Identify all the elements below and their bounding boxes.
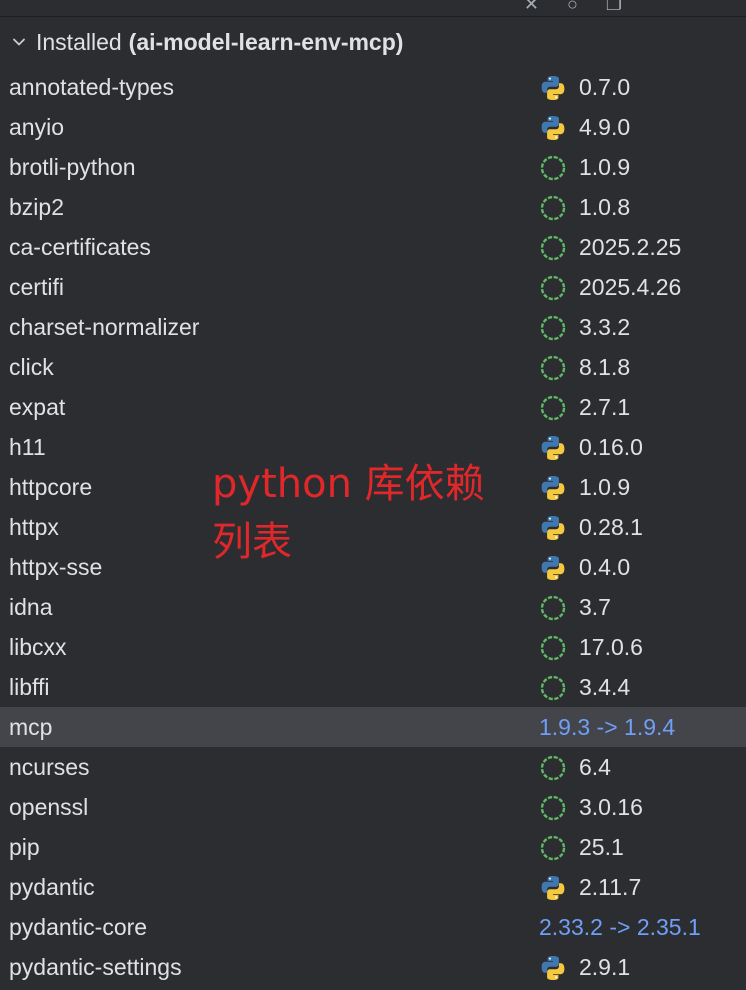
package-name: expat xyxy=(9,393,66,420)
package-row[interactable]: pydantic-core 2.33.2 -> 2.35.1 xyxy=(0,907,746,947)
conda-icon xyxy=(540,635,566,661)
package-row[interactable]: openssl 3.0.16 xyxy=(0,787,746,827)
package-version: 4.9.0 xyxy=(579,113,631,140)
package-row[interactable]: certifi 2025.4.26 xyxy=(0,267,746,307)
conda-icon xyxy=(540,275,566,301)
python-icon xyxy=(541,436,565,460)
package-name: click xyxy=(9,353,54,380)
package-row[interactable]: expat 2.7.1 xyxy=(0,387,746,427)
package-version: 3.3.2 xyxy=(579,313,631,340)
package-version: 2025.2.25 xyxy=(579,233,682,260)
environment-name: (ai-model-learn-env-mcp) xyxy=(128,28,404,55)
package-name: brotli-python xyxy=(9,153,136,180)
package-version: 1.0.9 xyxy=(579,473,631,500)
package-version: 2025.4.26 xyxy=(579,273,682,300)
package-name: pydantic xyxy=(9,873,95,900)
package-version: 2.9.1 xyxy=(579,953,631,980)
package-name: pydantic-settings xyxy=(9,953,182,980)
package-version: 6.4 xyxy=(579,753,611,780)
package-name: ncurses xyxy=(9,753,90,780)
conda-icon xyxy=(540,755,566,781)
package-name: anyio xyxy=(9,113,64,140)
package-version: 8.1.8 xyxy=(579,353,631,380)
package-version: 0.4.0 xyxy=(579,553,631,580)
conda-icon xyxy=(540,675,566,701)
upgrade-version-link[interactable]: 1.9.3 -> 1.9.4 xyxy=(539,714,675,741)
package-row[interactable]: ca-certificates 2025.2.25 xyxy=(0,227,746,267)
conda-icon xyxy=(540,595,566,621)
package-version: 17.0.6 xyxy=(579,633,643,660)
package-row[interactable]: pip 25.1 xyxy=(0,827,746,867)
package-version: 3.4.4 xyxy=(579,673,631,700)
package-version: 1.0.8 xyxy=(579,193,631,220)
conda-icon xyxy=(540,355,566,381)
package-row[interactable]: libffi 3.4.4 xyxy=(0,667,746,707)
annotation-line: 列表 xyxy=(212,519,292,565)
package-version: 2.7.1 xyxy=(579,393,631,420)
conda-icon xyxy=(540,835,566,861)
python-icon xyxy=(541,76,565,100)
package-row[interactable]: brotli-python 1.0.9 xyxy=(0,147,746,187)
package-name: mcp xyxy=(9,713,53,740)
toolbar-strip: ✕○❐ xyxy=(0,0,746,17)
package-version: 1.0.9 xyxy=(579,153,631,180)
package-name: charset-normalizer xyxy=(9,313,200,340)
package-name: httpcore xyxy=(9,473,93,500)
package-row[interactable]: anyio 4.9.0 xyxy=(0,107,746,147)
package-name: bzip2 xyxy=(9,193,64,220)
annotation-note: python 库依赖 列表 xyxy=(212,455,532,571)
installed-label: Installed xyxy=(36,28,122,55)
package-name: httpx-sse xyxy=(9,553,103,580)
package-version: 0.28.1 xyxy=(579,513,643,540)
package-row[interactable]: pydantic 2.11.7 xyxy=(0,867,746,907)
package-name: annotated-types xyxy=(9,73,174,100)
conda-icon xyxy=(540,235,566,261)
package-row[interactable]: pydantic-settings 2.9.1 xyxy=(0,947,746,987)
package-row[interactable]: mcp 1.9.3 -> 1.9.4 xyxy=(0,707,746,747)
package-name: h11 xyxy=(9,433,46,460)
package-name: ca-certificates xyxy=(9,233,151,260)
python-icon xyxy=(541,116,565,140)
python-icon xyxy=(541,956,565,980)
package-version: 0.16.0 xyxy=(579,433,643,460)
package-name: libcxx xyxy=(9,633,67,660)
conda-icon xyxy=(540,155,566,181)
package-row[interactable]: click 8.1.8 xyxy=(0,347,746,387)
package-version: 3.7 xyxy=(579,593,611,620)
package-row[interactable]: ncurses 6.4 xyxy=(0,747,746,787)
conda-icon xyxy=(540,315,566,341)
package-name: idna xyxy=(9,593,53,620)
python-icon xyxy=(541,556,565,580)
conda-icon xyxy=(540,795,566,821)
python-icon xyxy=(541,876,565,900)
conda-icon xyxy=(540,195,566,221)
package-name: pydantic-core xyxy=(9,913,148,940)
package-version: 2.11.7 xyxy=(579,873,642,900)
python-icon xyxy=(541,516,565,540)
installed-section-header[interactable]: Installed (ai-model-learn-env-mcp) xyxy=(0,20,746,64)
package-version: 3.0.16 xyxy=(579,793,643,820)
chevron-down-icon[interactable] xyxy=(0,34,36,50)
package-row[interactable]: libcxx 17.0.6 xyxy=(0,627,746,667)
package-row[interactable]: annotated-types 0.7.0 xyxy=(0,67,746,107)
package-name: httpx xyxy=(9,513,59,540)
package-version: 25.1 xyxy=(579,833,624,860)
package-row[interactable]: charset-normalizer 3.3.2 xyxy=(0,307,746,347)
package-name: libffi xyxy=(9,673,50,700)
toolbar-icons-partial[interactable]: ✕○❐ xyxy=(524,0,650,15)
package-row[interactable]: bzip2 1.0.8 xyxy=(0,187,746,227)
package-name: openssl xyxy=(9,793,89,820)
package-name: pip xyxy=(9,833,40,860)
annotation-line: python 库依赖 xyxy=(212,461,485,507)
upgrade-version-link[interactable]: 2.33.2 -> 2.35.1 xyxy=(539,914,701,941)
package-name: certifi xyxy=(9,273,64,300)
package-version: 0.7.0 xyxy=(579,73,631,100)
package-row[interactable]: idna 3.7 xyxy=(0,587,746,627)
conda-icon xyxy=(540,395,566,421)
python-icon xyxy=(541,476,565,500)
